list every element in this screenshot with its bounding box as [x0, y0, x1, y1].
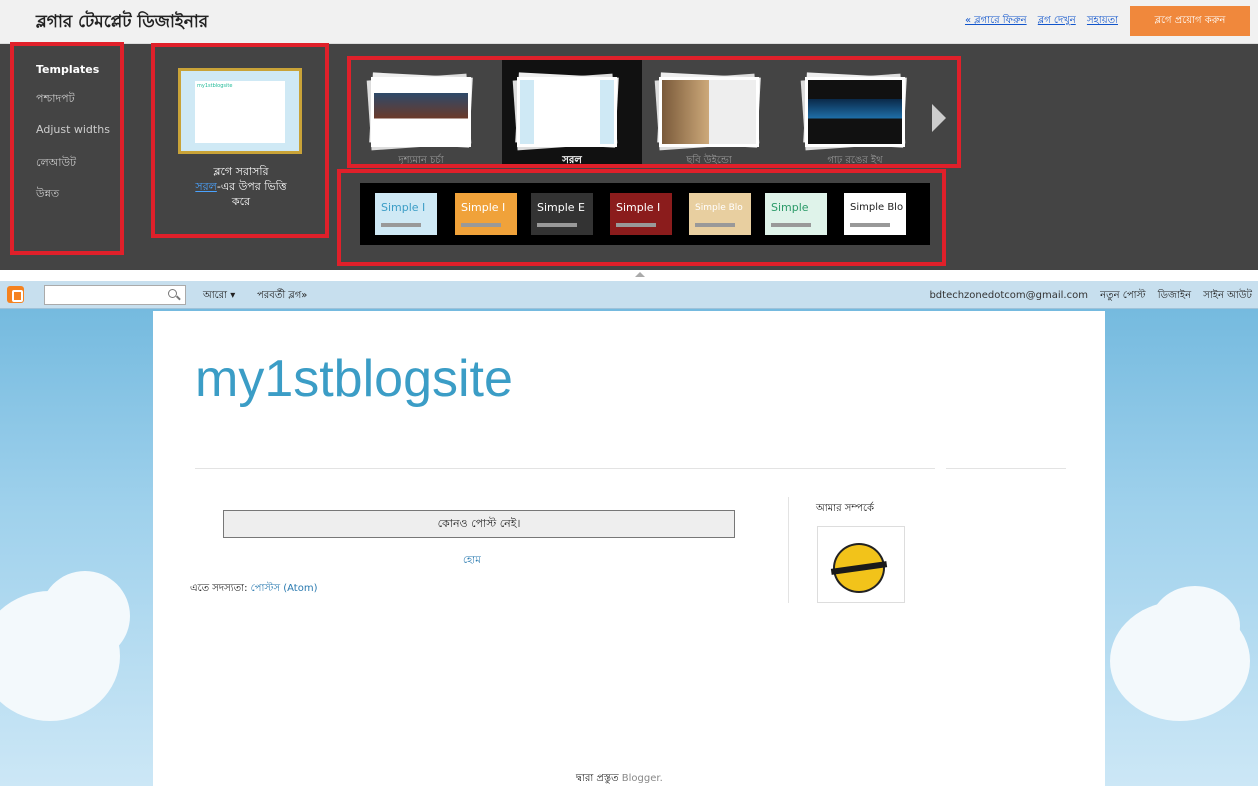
designer-panel: Templates পশ্চাদপট Adjust widths লেআউট উ… [0, 42, 1258, 277]
search-icon[interactable] [168, 289, 177, 298]
blog-preview: আরো ▾ পরবর্তী ব্লগ» bdtechzonedotcom@gma… [0, 281, 1258, 786]
sidebar-divider [788, 497, 789, 603]
back-to-blogger-link[interactable]: « ব্লগারে ফিরুন [965, 15, 1027, 26]
globe-logo-icon [833, 543, 885, 593]
help-link[interactable]: সহায়তা [1087, 15, 1118, 26]
header-divider [946, 468, 1066, 469]
navbar-sign-out-link[interactable]: সাইন আউট [1203, 290, 1252, 301]
top-bar: ব্লগার টেমপ্লেট ডিজাইনার « ব্লগারে ফিরুন… [0, 0, 1258, 44]
view-blog-link[interactable]: ব্লগ দেখুন [1038, 15, 1076, 26]
subscribe-line: এতে সদস্যতা: পোস্টস (Atom) [190, 583, 318, 594]
navbar-email: bdtechzonedotcom@gmail.com [929, 290, 1088, 301]
highlight-box-current-template [151, 43, 329, 238]
blog-page: my1stblogsite কোনও পোস্ট নেই। হোম এতে সদ… [153, 311, 1105, 786]
collapse-panel-icon[interactable] [635, 272, 645, 277]
about-me-title: আমার সম্পর্কে [816, 503, 875, 514]
home-link[interactable]: হোম [463, 553, 481, 570]
profile-image-box[interactable] [817, 526, 905, 603]
navbar-right: bdtechzonedotcom@gmail.com নতুন পোস্ট ডি… [920, 288, 1252, 305]
blog-title[interactable]: my1stblogsite [195, 349, 513, 409]
powered-by: দ্বারা প্রস্তুত Blogger. [576, 773, 663, 784]
header-divider [195, 468, 935, 469]
highlight-box-template-strip [347, 56, 961, 168]
no-posts-message: কোনও পোস্ট নেই। [223, 510, 735, 538]
apply-to-blog-button[interactable]: ব্লগে প্রয়োগ করুন [1130, 6, 1250, 36]
navbar-search-input[interactable] [44, 285, 186, 305]
navbar-next-blog-link[interactable]: পরবর্তী ব্লগ» [257, 288, 307, 305]
top-links: « ব্লগারে ফিরুন ব্লগ দেখুন সহায়তা [957, 13, 1118, 30]
highlight-box-sidebar [10, 42, 124, 255]
navbar-design-link[interactable]: ডিজাইন [1158, 290, 1191, 301]
highlight-box-variants [337, 169, 946, 266]
blogger-logo-icon[interactable] [7, 286, 24, 303]
app-title: ব্লগার টেমপ্লেট ডিজাইনার [36, 12, 209, 32]
navbar-more-menu[interactable]: আরো ▾ [203, 288, 235, 305]
navbar-new-post-link[interactable]: নতুন পোস্ট [1100, 290, 1145, 301]
blogger-navbar: আরো ▾ পরবর্তী ব্লগ» bdtechzonedotcom@gma… [0, 281, 1258, 309]
atom-feed-link[interactable]: পোস্টস (Atom) [251, 583, 318, 594]
next-arrow-icon[interactable] [932, 104, 946, 132]
blogger-link[interactable]: Blogger. [622, 773, 663, 784]
